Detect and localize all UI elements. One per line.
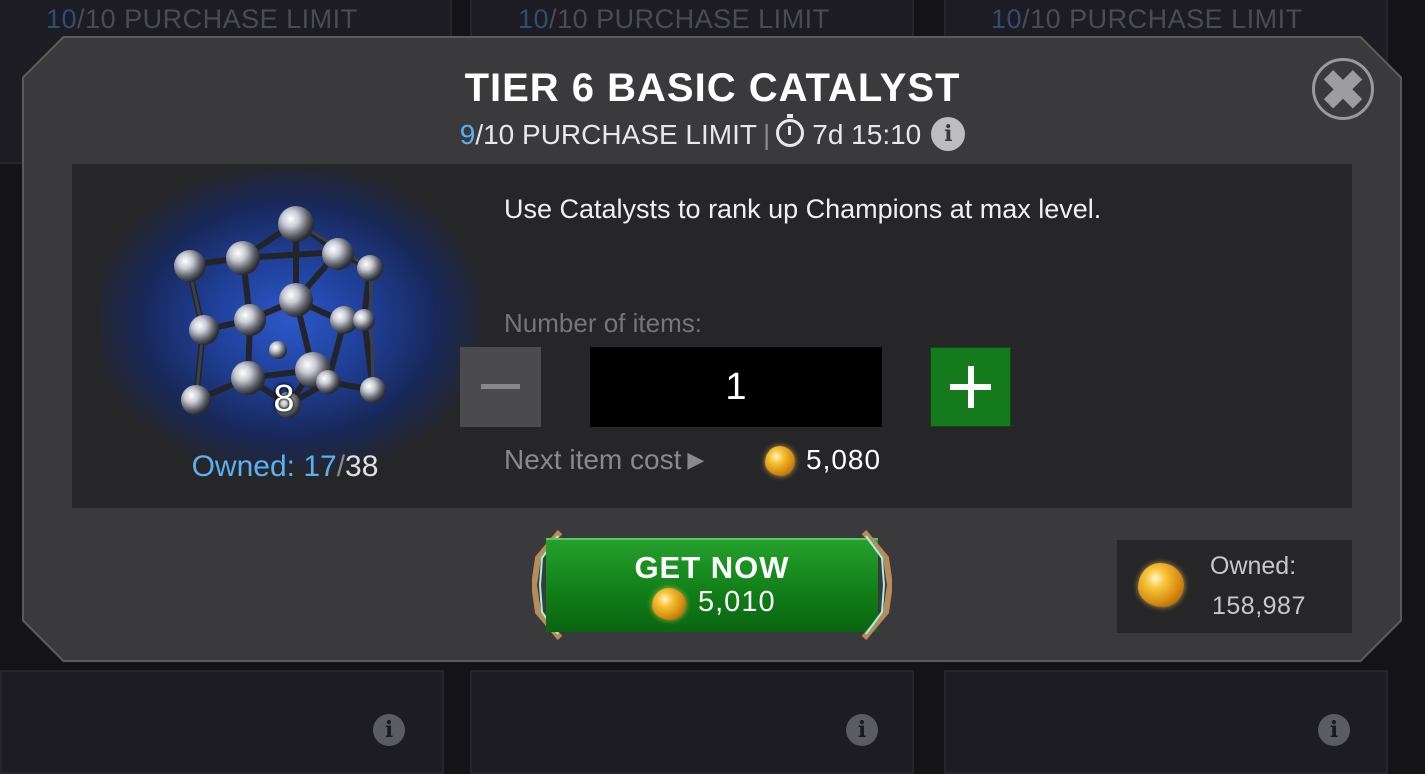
- get-now-button[interactable]: GET NOW 5,010: [532, 530, 892, 640]
- close-icon: ✖: [1320, 61, 1366, 121]
- stopwatch-icon: [776, 114, 805, 147]
- quantity-field[interactable]: 1: [590, 347, 882, 427]
- next-item-cost-value: 5,080: [806, 444, 882, 475]
- store-card-4-info-icon[interactable]: i: [373, 714, 405, 746]
- close-button[interactable]: ✖: [1312, 58, 1374, 121]
- store-card-2-limit: 10/10 PURCHASE LIMIT: [518, 4, 830, 34]
- get-now-label: GET NOW: [634, 550, 790, 585]
- play-arrow-icon: ▶: [687, 447, 705, 472]
- modal-title: TIER 6 BASIC CATALYST: [464, 66, 961, 110]
- purchase-limit-text: /10 PURCHASE LIMIT: [475, 119, 757, 150]
- store-card-5-info-icon[interactable]: i: [846, 714, 878, 746]
- store-card-6-info-icon[interactable]: i: [1318, 714, 1350, 746]
- store-card-1-limit: 10/10 PURCHASE LIMIT: [46, 4, 358, 34]
- purchase-limit-current: 9: [459, 119, 476, 150]
- crystal-currency-icon: [1138, 563, 1184, 607]
- timer-text: 7d 15:10: [812, 119, 922, 150]
- purchase-limit-line: 9/10 PURCHASE LIMIT | 7d 15:10 i: [0, 114, 1425, 154]
- quantity-label: Number of items:: [504, 308, 702, 338]
- crystal-currency-icon: [652, 588, 686, 620]
- wallet-label: Owned:: [1210, 552, 1297, 580]
- item-description: Use Catalysts to rank up Champions at ma…: [504, 194, 1102, 224]
- owned-catalyst-count: Owned: 17/38: [191, 450, 379, 483]
- wallet-value: 158,987: [1212, 592, 1306, 620]
- get-now-price: 5,010: [698, 586, 776, 618]
- decrease-quantity-button[interactable]: [460, 347, 541, 427]
- increase-quantity-button[interactable]: [930, 347, 1011, 427]
- store-card-3-limit: 10/10 PURCHASE LIMIT: [991, 4, 1303, 34]
- next-item-cost-label: Next item cost ▶: [504, 444, 705, 475]
- separator: |: [762, 119, 771, 150]
- crystal-currency-icon: [765, 446, 795, 476]
- item-count-badge: 8: [273, 378, 295, 420]
- info-icon[interactable]: i: [931, 116, 966, 151]
